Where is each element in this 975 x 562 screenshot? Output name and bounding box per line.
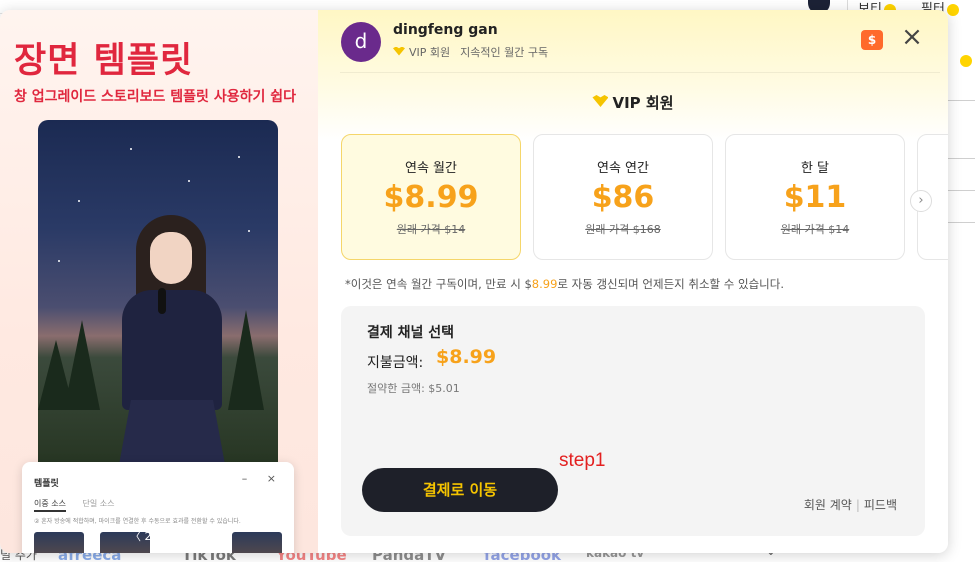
footer-links: 회원 계약 | 피드백 <box>803 498 897 512</box>
window-controls-icon: – × <box>241 472 284 485</box>
coupon-icon[interactable]: $ <box>861 30 883 50</box>
template-panel-title: 템플릿 <box>34 479 59 489</box>
header-divider <box>340 72 940 73</box>
plan-card-monthly-continuous[interactable]: 연속 월간 $8.99 원래 가격 $14 <box>341 134 521 260</box>
subscription-label: 지속적인 월간 구독 <box>460 46 549 59</box>
vip-purchase-modal: 장면 템플릿 창 업그레이드 스토리보드 템플릿 사용하기 쉽다 템플릿 – ×… <box>0 10 948 553</box>
payment-section: 결제 채널 선택 지불금액: $8.99 절약한 금액: $5.01 결제로 이… <box>341 306 925 536</box>
plan-price: $11 <box>783 180 847 215</box>
subscription-notice: *이것은 연속 월간 구독이며, 만료 시 $8.99로 자동 갱신되며 언제든… <box>345 277 784 291</box>
vip-badge-icon <box>960 55 972 67</box>
go-to-payment-button[interactable]: 결제로 이동 <box>362 468 558 512</box>
vip-badge-icon <box>946 3 959 16</box>
template-pagination[interactable]: 〈 2/8 〉 <box>130 528 177 544</box>
plan-original-price: 원래 가격 $14 <box>780 223 850 236</box>
payment-title: 결제 채널 선택 <box>367 325 455 341</box>
plan-original-price: 원래 가격 $168 <box>585 223 661 236</box>
background-line <box>948 222 975 223</box>
plan-card-yearly-continuous[interactable]: 연속 연간 $86 원래 가격 $168 <box>533 134 713 260</box>
plan-card-one-month[interactable]: 한 달 $11 원래 가격 $14 <box>725 134 905 260</box>
plan-name: 연속 월간 <box>405 161 457 176</box>
template-preview-panel: 템플릿 – × 이중 소스 단일 소스 ② 혼자 방송에 적합하며, 마이크를 … <box>22 462 294 553</box>
promo-subtitle: 창 업그레이드 스토리보드 템플릿 사용하기 쉽다 <box>14 89 296 105</box>
promo-panel: 장면 템플릿 창 업그레이드 스토리보드 템플릿 사용하기 쉽다 템플릿 – ×… <box>0 10 318 553</box>
close-icon[interactable]: × <box>900 24 924 50</box>
promo-title: 장면 템플릿 <box>14 41 194 81</box>
template-thumbnail[interactable] <box>232 532 282 553</box>
chevron-right-icon[interactable]: › <box>910 190 932 212</box>
tab-single-source[interactable]: 단일 소스 <box>83 499 115 508</box>
vip-heart-icon <box>393 47 405 58</box>
user-membership-info: VIP 회원 지속적인 월간 구독 <box>393 44 548 60</box>
plan-name: 연속 연간 <box>597 161 649 176</box>
payment-amount: $8.99 <box>436 346 497 368</box>
membership-agreement-link[interactable]: 회원 계약 <box>804 498 852 512</box>
promo-image <box>38 120 278 480</box>
user-name: dingfeng gan <box>393 22 498 38</box>
plan-price: $86 <box>591 180 655 215</box>
template-tabs: 이중 소스 단일 소스 <box>34 498 129 512</box>
step-annotation: step1 <box>559 450 606 471</box>
payment-amount-label: 지불금액: <box>367 355 424 371</box>
section-title: VIP 회원 <box>318 92 948 113</box>
template-thumbnail[interactable] <box>34 532 84 553</box>
plan-price: $8.99 <box>383 180 479 215</box>
template-description: ② 혼자 방송에 적합하며, 마이크를 연결한 후 수동으로 효과를 전환할 수… <box>34 518 241 525</box>
microphone-icon <box>158 288 166 314</box>
vip-content-panel: d dingfeng gan VIP 회원 지속적인 월간 구독 $ × VIP… <box>318 10 948 553</box>
payment-saved: 절약한 금액: $5.01 <box>367 382 460 395</box>
avatar: d <box>341 22 381 62</box>
membership-label: VIP 회원 <box>409 46 451 59</box>
plan-original-price: 원래 가격 $14 <box>396 223 466 236</box>
plan-list: 연속 월간 $8.99 원래 가격 $14 연속 연간 $86 원래 가격 $1… <box>341 134 948 262</box>
vip-heart-icon <box>592 95 608 109</box>
plan-name: 한 달 <box>800 161 830 176</box>
tab-dual-source[interactable]: 이중 소스 <box>34 499 66 512</box>
background-line <box>948 158 975 159</box>
background-line <box>948 190 975 191</box>
feedback-link[interactable]: 피드백 <box>864 498 897 512</box>
background-line <box>948 100 975 101</box>
